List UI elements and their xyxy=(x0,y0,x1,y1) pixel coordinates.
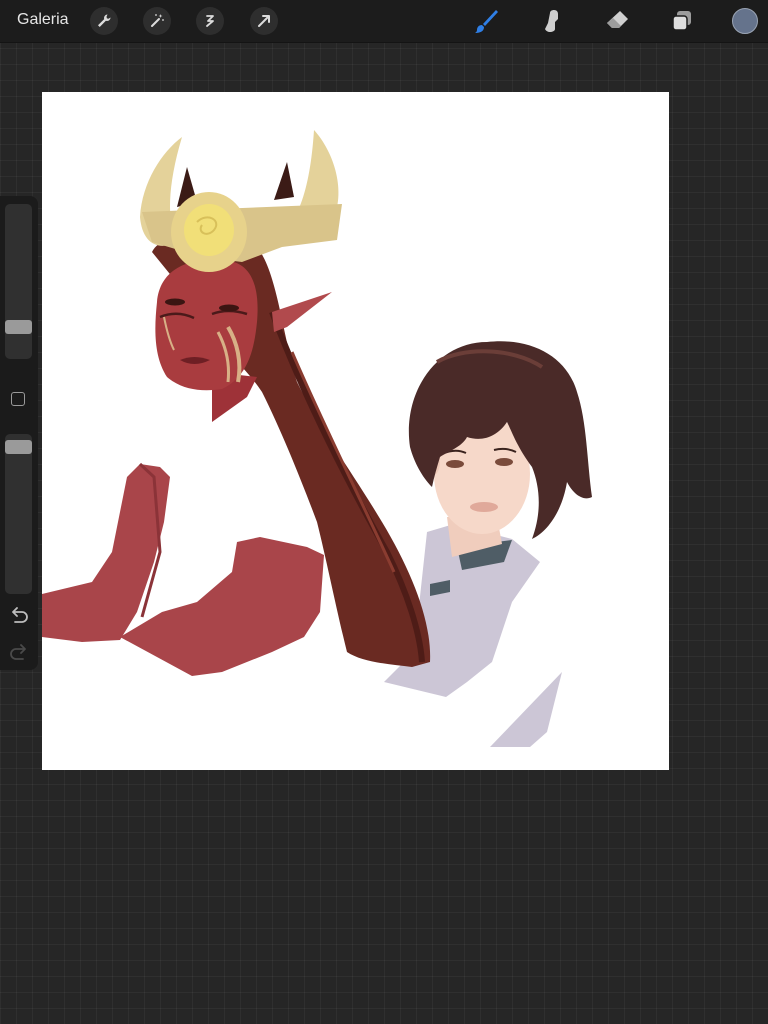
actions-button[interactable] xyxy=(90,7,118,35)
girl-arm-left xyxy=(42,464,170,642)
adjustments-button[interactable] xyxy=(143,7,171,35)
opacity-slider[interactable] xyxy=(5,434,32,594)
layers-tool[interactable] xyxy=(666,5,698,37)
modify-button[interactable] xyxy=(11,392,25,406)
magic-wand-icon xyxy=(151,14,164,27)
smudge-tool[interactable] xyxy=(536,5,568,37)
boy-shirt-lower xyxy=(490,672,562,747)
drawing-canvas[interactable] xyxy=(42,92,669,770)
brush-tool[interactable] xyxy=(470,5,502,37)
undo-icon[interactable] xyxy=(8,607,30,625)
eraser-tool[interactable] xyxy=(601,5,633,37)
eraser-icon xyxy=(607,11,628,28)
layers-icon xyxy=(672,11,691,31)
top-toolbar: Galeria xyxy=(0,0,768,43)
selection-button[interactable] xyxy=(196,7,224,35)
color-picker-button[interactable] xyxy=(732,8,758,34)
brush-icon xyxy=(475,10,498,33)
girl-ear xyxy=(272,292,332,332)
left-sidebar xyxy=(0,196,38,670)
smudge-icon xyxy=(545,10,558,32)
canvas-illustration xyxy=(42,130,592,747)
opacity-thumb[interactable] xyxy=(5,440,32,454)
brush-size-slider[interactable] xyxy=(5,204,32,359)
girl-face xyxy=(155,259,258,391)
transform-arrow-icon xyxy=(258,15,270,27)
redo-icon[interactable] xyxy=(8,644,30,662)
brush-size-thumb[interactable] xyxy=(5,320,32,334)
wrench-icon xyxy=(98,14,111,27)
transform-button[interactable] xyxy=(250,7,278,35)
gallery-button[interactable]: Galeria xyxy=(17,11,69,29)
selection-icon xyxy=(206,15,214,27)
